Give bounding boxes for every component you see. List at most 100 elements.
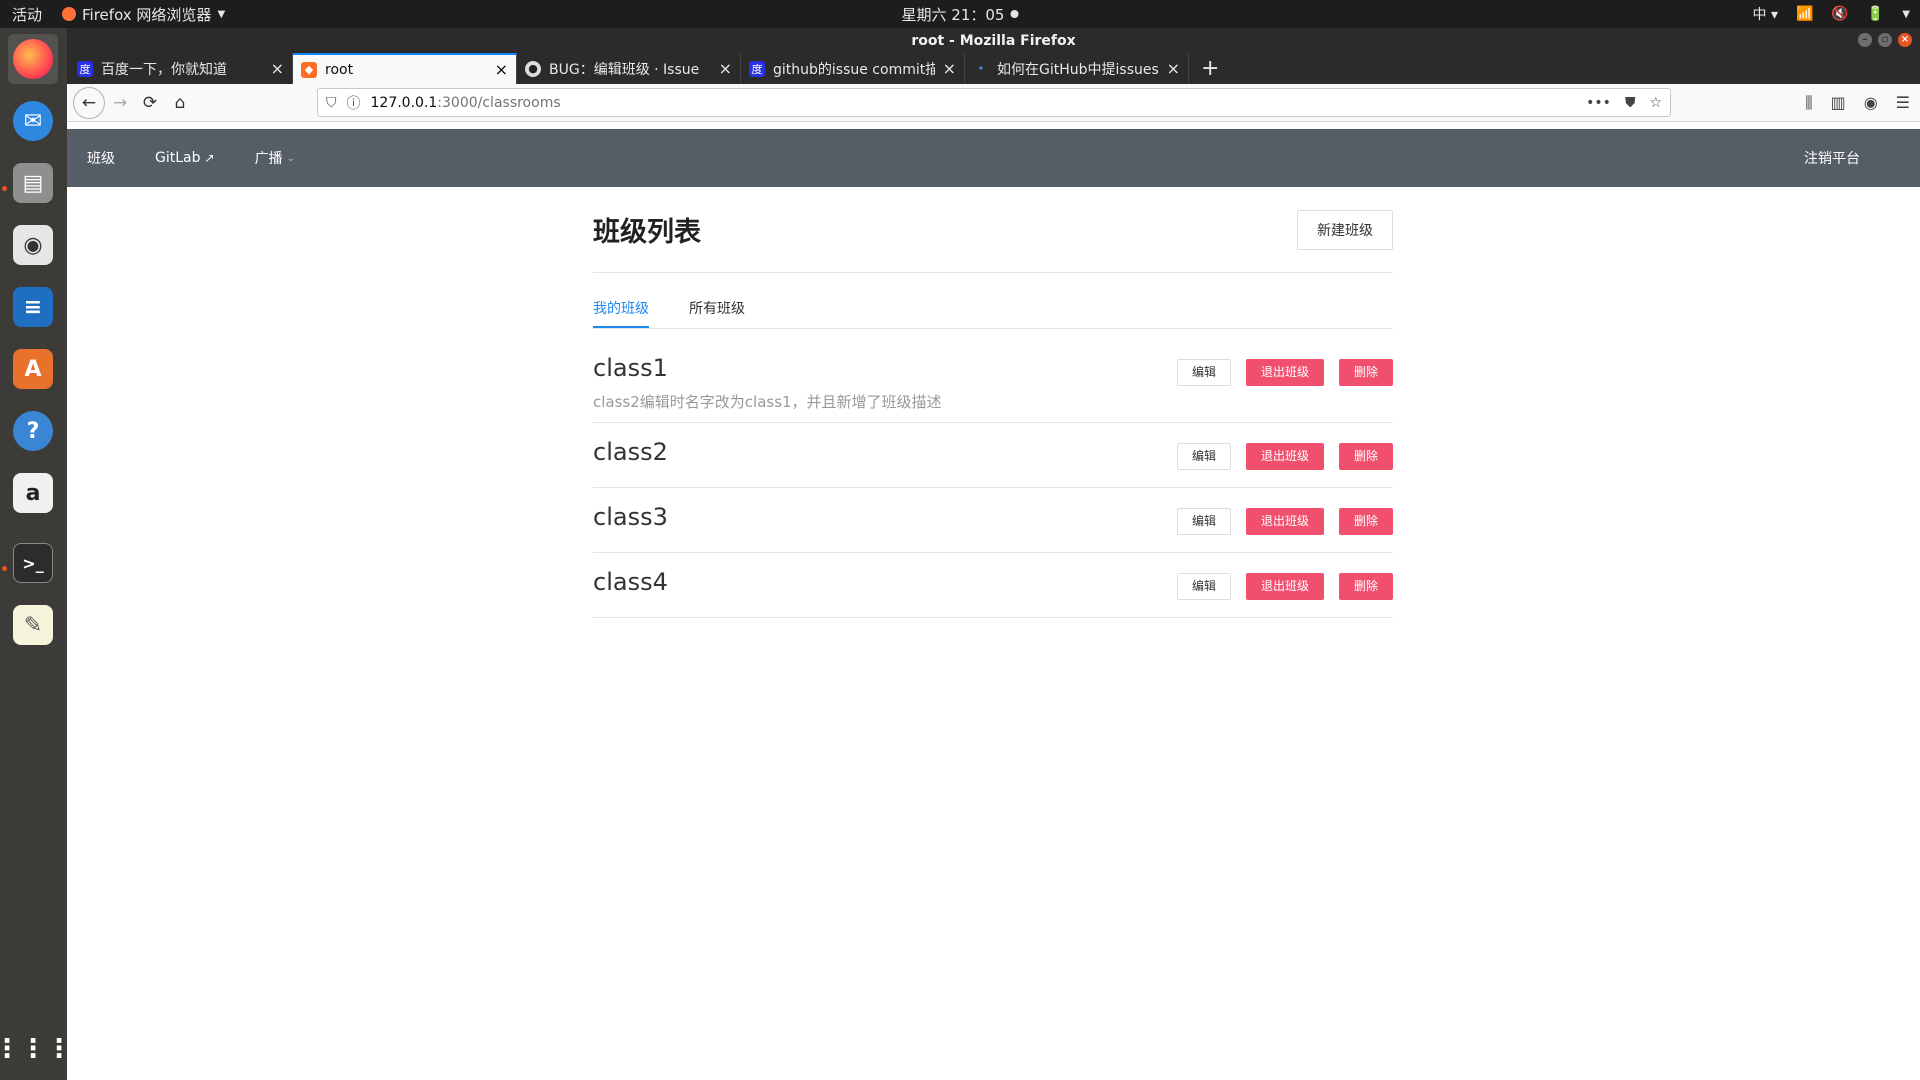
class-description: class2编辑时名字改为class1，并且新增了班级描述 [593,393,942,411]
amazon-icon: a [13,473,53,513]
input-method-indicator[interactable]: 中 ▾ [1753,4,1778,24]
edit-class-button[interactable]: 编辑 [1176,443,1231,470]
tab-all-classes[interactable]: 所有班级 [689,298,745,328]
url-bar[interactable]: ⛉ ⓘ 127.0.0.1:3000/classrooms ••• ⛊ ☆ [317,88,1671,117]
delete-class-button[interactable]: 删除 [1338,573,1393,600]
pocket-icon[interactable]: ⛊ [1625,95,1636,111]
activities-button[interactable]: 活动 [0,4,54,25]
shield-icon[interactable]: ⛉ [326,95,337,111]
volume-icon: 🔇 [1831,6,1849,22]
edit-class-button[interactable]: 编辑 [1176,508,1231,535]
tab-label: root [325,61,354,78]
leave-class-button[interactable]: 退出班级 [1245,573,1324,600]
web-page: 班级 GitLab ↗ 广播 ⌄ 注销平台 班级列表 新建班级 我的班级 所有班… [67,129,1920,1080]
tab-github-issue-commit[interactable]: 度 github的issue commit描 × [741,53,965,84]
dock: ✉ ▤ ◉ ≡ A ? a >_ ✎ ⋮⋮⋮ [0,28,72,1080]
close-tab-icon[interactable]: × [271,59,284,78]
dock-amazon[interactable]: a [8,468,58,518]
clock[interactable]: 星期六 21：05 [902,4,1019,25]
navigation-toolbar: ← → ⟳ ⌂ ⛉ ⓘ 127.0.0.1:3000/classrooms ••… [67,84,1920,122]
bookmark-star-icon[interactable]: ☆ [1649,95,1662,111]
dock-writer[interactable]: ≡ [8,282,58,332]
close-tab-icon[interactable]: × [943,59,956,78]
nav-classes[interactable]: 班级 [87,148,115,168]
clock-label: 星期六 21：05 [901,5,1005,24]
gitlab-favicon-icon: ◆ [301,61,317,78]
home-button[interactable]: ⌂ [165,88,195,118]
tab-label: github的issue commit描 [773,61,935,78]
files-icon: ▤ [13,163,53,203]
class-list-item: class3 编辑 退出班级 删除 [593,488,1393,553]
close-tab-icon[interactable]: × [719,59,732,78]
close-tab-icon[interactable]: × [1167,59,1180,78]
page-header: 班级列表 新建班级 [593,187,1393,273]
class-list-item: class1 class2编辑时名字改为class1，并且新增了班级描述 编辑 … [593,329,1393,423]
hamburger-menu-icon[interactable]: ☰ [1896,93,1910,113]
libreoffice-writer-icon: ≡ [13,287,53,327]
dock-software[interactable]: A [8,344,58,394]
close-tab-icon[interactable]: × [495,60,508,79]
logout-link[interactable]: 注销平台 [1804,148,1860,168]
tab-root[interactable]: ◆ root × [293,53,517,84]
tab-github-issues-howto[interactable]: • 如何在GitHub中提issues × [965,53,1189,84]
dock-files[interactable]: ▤ [8,158,58,208]
minimize-button[interactable]: – [1858,33,1872,47]
app-menu[interactable]: Firefox 网络浏览器 ▼ [54,4,225,25]
back-button[interactable]: ← [73,86,105,119]
reload-button[interactable]: ⟳ [135,88,165,118]
class-tabs: 我的班级 所有班级 [593,273,1393,329]
show-applications-button[interactable]: ⋮⋮⋮ [0,1024,72,1074]
notification-dot-icon [1010,10,1019,18]
dock-rhythmbox[interactable]: ◉ [8,220,58,270]
tab-github-bug[interactable]: ● BUG：编辑班级 · Issue × [517,53,741,84]
dock-help[interactable]: ? [8,406,58,456]
leave-class-button[interactable]: 退出班级 [1245,443,1324,470]
delete-class-button[interactable]: 删除 [1338,508,1393,535]
library-icon[interactable]: ⫼ [1805,93,1812,113]
dock-firefox[interactable] [8,34,58,84]
close-window-button[interactable]: × [1898,33,1912,47]
leave-class-button[interactable]: 退出班级 [1245,359,1324,386]
tab-label: 如何在GitHub中提issues [997,61,1159,78]
edit-class-button[interactable]: 编辑 [1176,573,1231,600]
leave-class-button[interactable]: 退出班级 [1245,508,1324,535]
url-path: :3000/classrooms [437,94,561,111]
page-title: 班级列表 [593,217,701,248]
app-menu-label: Firefox 网络浏览器 [82,5,212,24]
main-content: 班级列表 新建班级 我的班级 所有班级 class1 class2编辑时名字改为… [593,187,1393,618]
software-center-icon: A [13,349,53,389]
delete-class-button[interactable]: 删除 [1338,443,1393,470]
wifi-icon: 📶 [1795,6,1814,22]
maximize-button[interactable]: ▫ [1878,33,1892,47]
running-indicator [2,186,7,191]
dock-terminal[interactable]: >_ [8,538,58,588]
dock-thunderbird[interactable]: ✉ [8,96,58,146]
rhythmbox-icon: ◉ [13,225,53,265]
dock-text-editor[interactable]: ✎ [8,600,58,650]
nav-broadcast[interactable]: 广播 ⌄ [255,148,295,168]
forward-button[interactable]: → [105,88,135,118]
url-host: 127.0.0.1 [370,94,438,111]
battery-icon: 🔋 [1866,6,1885,22]
loading-dot-icon: • [977,62,985,75]
nav-broadcast-label: 广播 [254,151,283,167]
info-icon[interactable]: ⓘ [347,93,361,113]
new-tab-button[interactable]: + [1189,53,1231,84]
tab-label: 百度一下，你就知道 [101,61,227,78]
input-method-label: 中 [1752,7,1767,23]
nav-gitlab[interactable]: GitLab ↗ [155,150,215,166]
tab-baidu[interactable]: 度 百度一下，你就知道 × [69,53,293,84]
delete-class-button[interactable]: 删除 [1338,359,1393,386]
text-editor-icon: ✎ [13,605,53,645]
sidebar-icon[interactable]: ▥ [1831,93,1846,113]
account-icon[interactable]: ◉ [1864,93,1878,113]
page-actions-icon[interactable]: ••• [1586,95,1611,111]
new-class-button[interactable]: 新建班级 [1297,209,1393,250]
github-favicon-icon: ● [525,60,541,77]
tab-my-classes[interactable]: 我的班级 [593,298,649,328]
edit-class-button[interactable]: 编辑 [1176,359,1231,386]
class-list-item: class2 编辑 退出班级 删除 [593,423,1393,488]
system-top-bar: 活动 Firefox 网络浏览器 ▼ 星期六 21：05 中 ▾ 📶 🔇 🔋 ▼ [0,0,1920,28]
system-tray[interactable]: 中 ▾ 📶 🔇 🔋 ▼ [1753,4,1911,24]
terminal-icon: >_ [13,543,53,583]
